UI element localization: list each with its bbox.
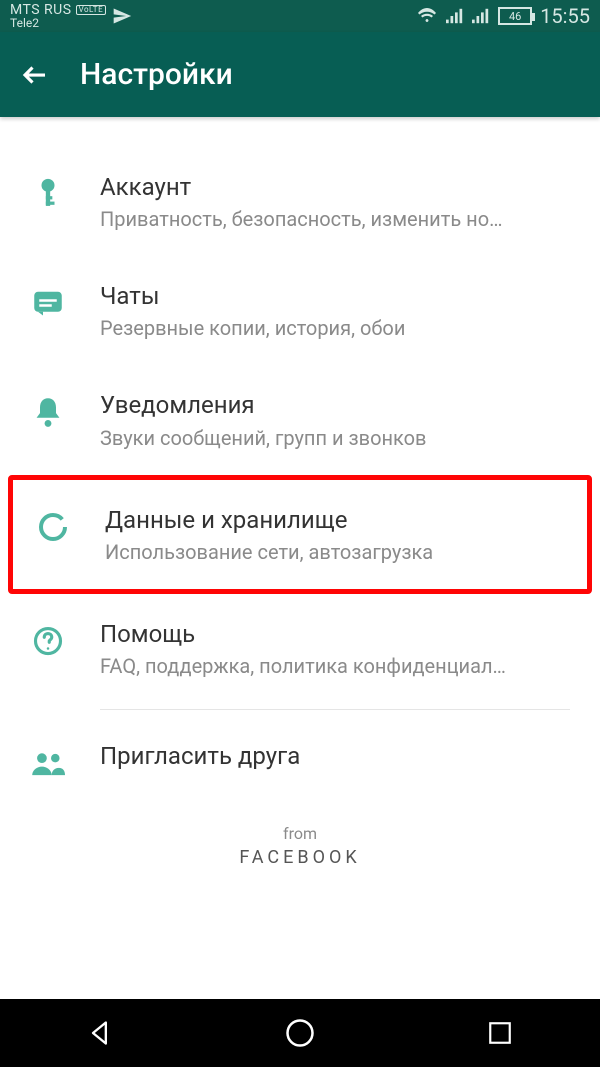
page-title: Настройки xyxy=(80,57,233,92)
nav-recent-button[interactable] xyxy=(482,1015,518,1051)
key-icon xyxy=(30,176,66,212)
carrier-secondary: Tele2 xyxy=(10,17,106,29)
item-title: Помощь xyxy=(100,619,578,650)
carrier-name: MTS RUS xyxy=(10,3,72,17)
chat-icon xyxy=(30,285,66,321)
settings-item-invite[interactable]: Пригласить друга xyxy=(0,716,600,806)
footer-from: from xyxy=(0,824,600,843)
item-title: Уведомления xyxy=(100,390,578,421)
nav-home-button[interactable] xyxy=(282,1015,318,1051)
nav-back-button[interactable] xyxy=(82,1015,118,1051)
settings-item-notifications[interactable]: Уведомления Звуки сообщений, групп и зво… xyxy=(0,365,600,474)
wifi-icon xyxy=(416,7,438,25)
settings-list: Аккаунт Приватность, безопасность, измен… xyxy=(0,117,600,806)
status-bar: MTS RUS VoLTE Tele2 46 15:55 xyxy=(0,0,600,32)
signal-icon-2 xyxy=(472,8,490,24)
carrier-info: MTS RUS VoLTE Tele2 xyxy=(10,3,106,29)
footer-brand: FACEBOOK xyxy=(0,847,600,868)
item-title: Чаты xyxy=(100,281,578,312)
settings-item-help[interactable]: Помощь FAQ, поддержка, политика конфиден… xyxy=(0,594,600,703)
item-subtitle: FAQ, поддержка, политика конфиденциал… xyxy=(100,654,578,678)
bell-icon xyxy=(30,394,66,430)
item-subtitle: Резервные копии, история, обои xyxy=(100,316,578,340)
android-nav-bar xyxy=(0,999,600,1067)
footer: from FACEBOOK xyxy=(0,824,600,868)
battery-icon: 46 xyxy=(498,7,532,25)
settings-item-account[interactable]: Аккаунт Приватность, безопасность, измен… xyxy=(0,147,600,256)
volte-badge: VoLTE xyxy=(76,5,107,16)
telegram-icon xyxy=(112,6,132,26)
data-usage-icon xyxy=(35,509,71,545)
back-button[interactable] xyxy=(20,60,50,90)
clock: 15:55 xyxy=(540,4,590,28)
app-bar: Настройки xyxy=(0,32,600,117)
help-icon xyxy=(30,623,66,659)
settings-item-data-storage[interactable]: Данные и хранилище Использование сети, а… xyxy=(8,475,592,594)
battery-level: 46 xyxy=(509,10,521,23)
settings-item-chats[interactable]: Чаты Резервные копии, история, обои xyxy=(0,256,600,365)
divider xyxy=(100,709,570,710)
item-title: Данные и хранилище xyxy=(105,505,573,536)
item-subtitle: Звуки сообщений, групп и звонков xyxy=(100,426,578,450)
item-subtitle: Использование сети, автозагрузка xyxy=(105,540,573,564)
item-title: Пригласить друга xyxy=(100,741,578,772)
people-icon xyxy=(30,745,66,781)
item-title: Аккаунт xyxy=(100,172,578,203)
signal-icon-1 xyxy=(446,8,464,24)
item-subtitle: Приватность, безопасность, изменить но… xyxy=(100,207,578,231)
